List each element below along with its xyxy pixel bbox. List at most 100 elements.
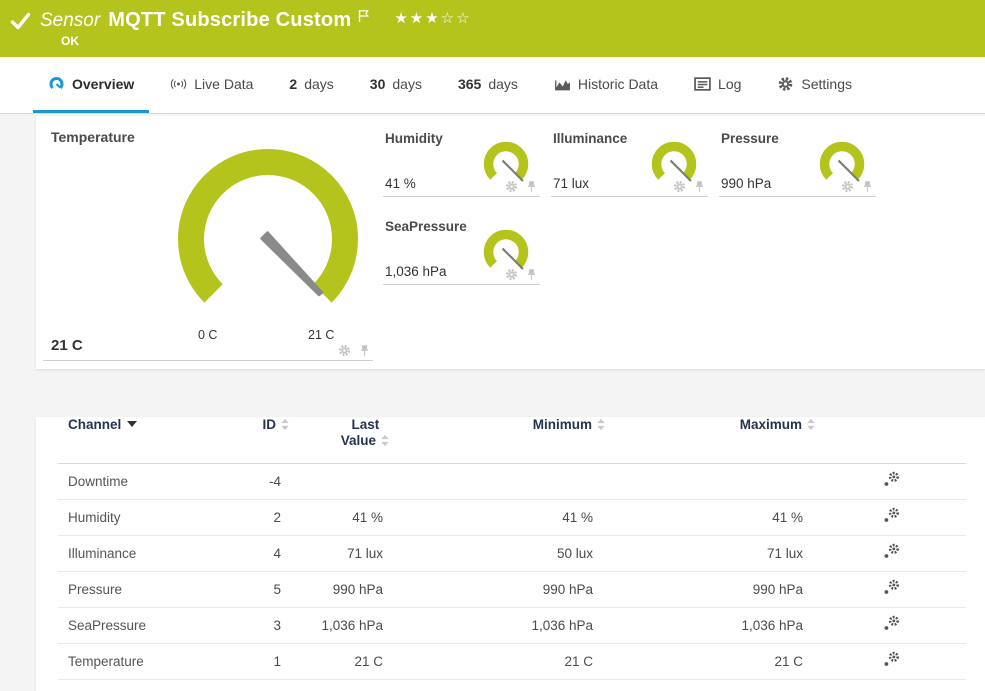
- channel-name: Downtime: [58, 463, 210, 499]
- table-row-illuminance: Illuminance 4 71 lux 50 lux 71 lux: [58, 535, 966, 571]
- temperature-gauge: [173, 149, 363, 321]
- channel-last-value: 990 hPa: [290, 571, 390, 607]
- channel-settings-gear-icon[interactable]: [673, 180, 686, 193]
- log-icon: [694, 76, 711, 92]
- channel-maximum: 71 lux: [606, 535, 816, 571]
- tab-label: Live Data: [194, 76, 253, 92]
- channel-name: Temperature: [58, 643, 210, 679]
- tab-overview[interactable]: Overview: [33, 57, 149, 113]
- gauge-value: 1,036 hPa: [385, 264, 447, 279]
- live-data-icon: [170, 76, 187, 92]
- tab-log[interactable]: Log: [679, 57, 756, 113]
- tab-live-data[interactable]: Live Data: [155, 57, 268, 113]
- channel-maximum: 41 %: [606, 499, 816, 535]
- gauge-scale-min: 0 C: [198, 328, 217, 342]
- header-last-value[interactable]: LastValue: [290, 417, 390, 463]
- channel-settings-gears-icon[interactable]: [883, 615, 900, 632]
- tab-number: 30: [370, 76, 386, 92]
- stars-empty[interactable]: ☆☆: [441, 10, 472, 27]
- gauge-title: Temperature: [51, 129, 135, 145]
- channel-minimum: 41 %: [390, 499, 606, 535]
- chart-icon: [554, 76, 571, 92]
- gauge-tile-seapressure: SeaPressure 1,036 hPa: [383, 212, 540, 285]
- channel-settings-gear-icon[interactable]: [338, 344, 351, 357]
- sort-icon: [596, 418, 606, 431]
- tab-historic-data[interactable]: Historic Data: [539, 57, 673, 113]
- channel-maximum: 990 hPa: [606, 571, 816, 607]
- channel-id: -4: [210, 463, 290, 499]
- sort-icon: [806, 418, 816, 431]
- gauge-tile-temperature: Temperature 0 C 21 C 21 C: [43, 119, 373, 361]
- channel-settings-gears-icon[interactable]: [883, 579, 900, 596]
- gauge-icon: [48, 76, 65, 92]
- channel-id: 1: [210, 643, 290, 679]
- channel-id: 2: [210, 499, 290, 535]
- channel-settings-gears-icon[interactable]: [883, 543, 900, 560]
- pin-icon[interactable]: [861, 180, 874, 193]
- tab-label: days: [392, 76, 422, 92]
- tab-number: 365: [458, 76, 481, 92]
- header-channel[interactable]: Channel: [58, 417, 210, 463]
- header-minimum[interactable]: Minimum: [390, 417, 606, 463]
- ok-check-icon: [10, 12, 31, 30]
- sensor-status-bar: Sensor MQTT Subscribe Custom ★★★☆☆ OK: [0, 0, 985, 57]
- tab-label: Settings: [801, 76, 852, 92]
- channels-panel: Channel ID LastValue Minimum Maximum Dow…: [36, 417, 985, 691]
- channel-settings-gear-icon[interactable]: [505, 180, 518, 193]
- sort-icon: [380, 434, 390, 447]
- gauge-value: 21 C: [51, 337, 83, 354]
- gauge-value: 41 %: [385, 176, 416, 191]
- channel-minimum: 1,036 hPa: [390, 607, 606, 643]
- gauge-scale-max: 21 C: [308, 328, 334, 342]
- header-actions: [816, 417, 966, 463]
- channel-id: 4: [210, 535, 290, 571]
- table-row-temperature: Temperature 1 21 C 21 C 21 C: [58, 643, 966, 679]
- gauge-tile-illuminance: Illuminance 71 lux: [551, 124, 708, 197]
- gear-icon: [777, 76, 794, 92]
- table-row-pressure: Pressure 5 990 hPa 990 hPa 990 hPa: [58, 571, 966, 607]
- header-id[interactable]: ID: [210, 417, 290, 463]
- tab-30-days[interactable]: 30 days: [355, 57, 437, 113]
- mini-gauges-grid: Humidity 41 % Illuminance 71 lux Pressur…: [383, 124, 943, 300]
- channel-name: Illuminance: [58, 535, 210, 571]
- gauge-title: Pressure: [721, 131, 779, 146]
- pin-icon[interactable]: [358, 344, 371, 357]
- tab-label: days: [304, 76, 334, 92]
- tab-label: Log: [718, 76, 741, 92]
- tab-label: Overview: [72, 76, 134, 92]
- pin-icon[interactable]: [693, 180, 706, 193]
- table-row-seapressure: SeaPressure 3 1,036 hPa 1,036 hPa 1,036 …: [58, 607, 966, 643]
- channel-settings-gears-icon[interactable]: [883, 651, 900, 668]
- tab-label: Historic Data: [578, 76, 658, 92]
- channel-settings-gears-icon[interactable]: [883, 471, 900, 488]
- gauge-title: Illuminance: [553, 131, 627, 146]
- channel-name: Pressure: [58, 571, 210, 607]
- channel-name: Humidity: [58, 499, 210, 535]
- pin-icon[interactable]: [525, 180, 538, 193]
- channel-settings-gears-icon[interactable]: [883, 507, 900, 524]
- stars-filled[interactable]: ★★★: [394, 10, 440, 27]
- gauge-title: SeaPressure: [385, 219, 467, 234]
- tab-365-days[interactable]: 365 days: [443, 57, 533, 113]
- sensor-title: MQTT Subscribe Custom: [108, 9, 351, 32]
- channel-minimum: 50 lux: [390, 535, 606, 571]
- header-maximum[interactable]: Maximum: [606, 417, 816, 463]
- gauge-value: 990 hPa: [721, 176, 771, 191]
- channel-last-value: 21 C: [290, 643, 390, 679]
- channel-settings-gear-icon[interactable]: [505, 268, 518, 281]
- channel-name: SeaPressure: [58, 607, 210, 643]
- channel-last-value: [290, 463, 390, 499]
- gauge-value: 71 lux: [553, 176, 589, 191]
- sensor-status-badge: OK: [61, 34, 79, 48]
- tab-settings[interactable]: Settings: [762, 57, 867, 113]
- channel-id: 5: [210, 571, 290, 607]
- priority-rating[interactable]: ★★★☆☆: [394, 9, 471, 27]
- caret-down-icon: [127, 421, 137, 427]
- pin-icon[interactable]: [525, 268, 538, 281]
- channel-last-value: 71 lux: [290, 535, 390, 571]
- tab-2-days[interactable]: 2 days: [274, 57, 348, 113]
- table-row-humidity: Humidity 2 41 % 41 % 41 %: [58, 499, 966, 535]
- channel-settings-gear-icon[interactable]: [841, 180, 854, 193]
- priority-flag-icon[interactable]: [358, 9, 370, 23]
- gauge-title: Humidity: [385, 131, 443, 146]
